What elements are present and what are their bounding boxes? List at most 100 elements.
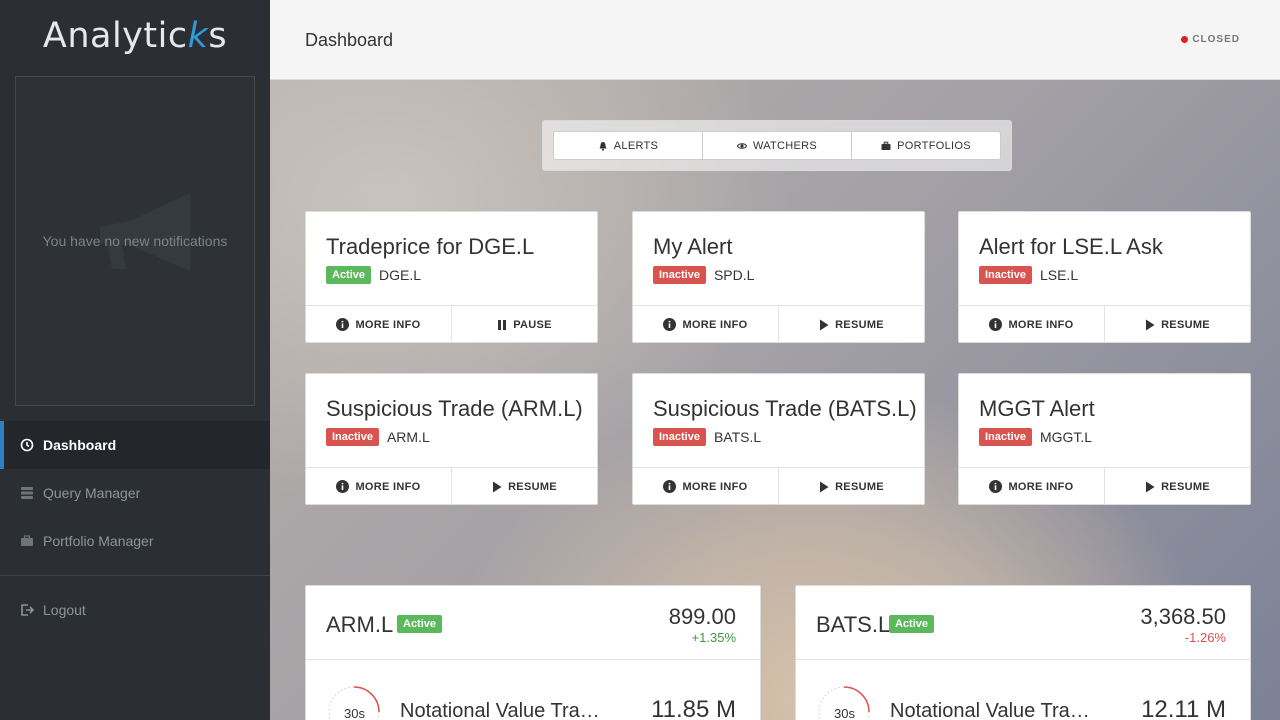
button-label: PAUSE	[513, 318, 552, 331]
tab-alerts[interactable]: ALERTS	[554, 132, 703, 159]
sidebar-item-portfolio-manager[interactable]: Portfolio Manager	[0, 517, 270, 565]
stock-price: 3,368.50	[1140, 604, 1226, 629]
button-label: RESUME	[835, 318, 884, 331]
alert-title: Suspicious Trade (ARM.L)	[326, 396, 583, 421]
alert-symbol: ARM.L	[386, 429, 430, 445]
alert-meta: Inactive LSE.L	[979, 266, 1078, 284]
more-info-button[interactable]: MORE INFO	[306, 306, 452, 343]
metric-label: Notational Value Tra…	[400, 700, 600, 720]
alert-title: Alert for LSE.L Ask	[979, 234, 1163, 259]
button-label: MORE INFO	[682, 318, 748, 331]
more-info-button[interactable]: MORE INFO	[633, 468, 779, 505]
pause-button[interactable]: PAUSE	[452, 306, 597, 343]
database-icon	[21, 487, 33, 499]
stock-card-header: ARM.L Active 899.00 +1.35%	[306, 586, 760, 660]
sidebar-item-dashboard[interactable]: Dashboard	[0, 421, 270, 469]
sidebar-item-query-manager[interactable]: Query Manager	[0, 469, 270, 517]
app-logo[interactable]: Analyticks	[0, 16, 270, 56]
info-icon	[663, 480, 677, 493]
stock-card: ARM.L Active 899.00 +1.35% 30s Notationa…	[305, 585, 761, 720]
alert-symbol: BATS.L	[713, 429, 762, 445]
status-badge: Inactive	[653, 266, 706, 284]
more-info-button[interactable]: MORE INFO	[306, 468, 452, 505]
sidebar-item-label: Portfolio Manager	[43, 533, 154, 549]
play-icon	[820, 481, 829, 492]
more-info-button[interactable]: MORE INFO	[959, 306, 1105, 343]
alert-title: Tradeprice for DGE.L	[326, 234, 535, 259]
resume-button[interactable]: RESUME	[452, 468, 597, 505]
stock-price: 899.00	[668, 604, 736, 629]
alert-card: Suspicious Trade (ARM.L) Inactive ARM.L …	[305, 373, 598, 505]
logo-suffix: s	[208, 16, 228, 56]
view-switcher: ALERTS WATCHERS PORTFOLIOS	[542, 120, 1012, 171]
alert-meta: Active DGE.L	[326, 266, 421, 284]
tab-group: ALERTS WATCHERS PORTFOLIOS	[553, 131, 1001, 160]
logo-text: Analytic	[42, 16, 188, 56]
alert-actions: MORE INFO RESUME	[306, 467, 597, 505]
page-title: Dashboard	[305, 30, 394, 50]
stock-change: +1.35%	[691, 630, 736, 645]
tab-label: ALERTS	[613, 139, 659, 152]
resume-button[interactable]: RESUME	[779, 468, 924, 505]
market-status: CLOSED	[1181, 34, 1240, 45]
alert-actions: MORE INFO RESUME	[959, 305, 1250, 343]
nav-divider	[0, 575, 270, 576]
timer-label: 30s	[834, 706, 855, 720]
sidebar-nav: Dashboard Query Manager Portfolio Manage…	[0, 421, 270, 576]
alert-symbol: DGE.L	[379, 267, 422, 283]
status-label: CLOSED	[1192, 34, 1240, 45]
alert-card: Tradeprice for DGE.L Active DGE.L MORE I…	[305, 211, 598, 343]
play-icon	[1146, 481, 1155, 492]
eye-icon	[736, 142, 747, 149]
alert-meta: Inactive SPD.L	[653, 266, 754, 284]
more-info-button[interactable]: MORE INFO	[959, 468, 1105, 505]
alert-card: Alert for LSE.L Ask Inactive LSE.L MORE …	[958, 211, 1251, 343]
sidebar-item-label: Query Manager	[43, 485, 141, 501]
tab-label: PORTFOLIOS	[897, 139, 971, 152]
stock-symbol: BATS.L	[816, 612, 891, 637]
button-label: RESUME	[835, 480, 884, 493]
alert-actions: MORE INFO PAUSE	[306, 305, 597, 343]
metric-value: 12.11 M	[1141, 696, 1226, 720]
info-icon	[336, 480, 350, 493]
logout-button[interactable]: Logout	[0, 586, 270, 634]
play-icon	[493, 481, 502, 492]
status-badge: Active	[326, 266, 372, 284]
button-label: RESUME	[508, 480, 557, 493]
status-badge: Inactive	[326, 428, 379, 446]
status-badge: Active	[397, 615, 443, 633]
info-icon	[989, 480, 1003, 493]
button-label: RESUME	[1161, 480, 1210, 493]
timer-label: 30s	[344, 706, 365, 720]
more-info-button[interactable]: MORE INFO	[633, 306, 779, 343]
megaphone-icon	[100, 193, 190, 271]
logout-section: Logout	[0, 586, 270, 634]
pause-icon	[498, 319, 507, 330]
tab-portfolios[interactable]: PORTFOLIOS	[852, 132, 1000, 159]
briefcase-icon	[21, 535, 33, 546]
alert-actions: MORE INFO RESUME	[633, 305, 924, 343]
alert-title: Suspicious Trade (BATS.L)	[653, 396, 917, 421]
status-badge: Inactive	[979, 266, 1032, 284]
resume-button[interactable]: RESUME	[1105, 468, 1250, 505]
alert-symbol: SPD.L	[713, 267, 755, 283]
button-label: MORE INFO	[682, 480, 748, 493]
alert-meta: Inactive BATS.L	[653, 428, 761, 446]
alert-card: My Alert Inactive SPD.L MORE INFO RESUME	[632, 211, 925, 343]
resume-button[interactable]: RESUME	[779, 306, 924, 343]
metric-label: Notational Value Tra…	[890, 700, 1090, 720]
metric-value: 11.85 M	[651, 696, 736, 720]
status-badge: Inactive	[979, 428, 1032, 446]
notifications-empty-text: You have no new notifications	[42, 233, 228, 249]
sidebar: Analyticks You have no new notifications…	[0, 0, 270, 720]
tab-watchers[interactable]: WATCHERS	[703, 132, 852, 159]
top-header: Dashboard CLOSED	[270, 0, 1280, 80]
logo-accent: k	[187, 16, 209, 56]
button-label: MORE INFO	[1008, 318, 1074, 331]
alert-symbol: LSE.L	[1039, 267, 1079, 283]
sidebar-item-label: Dashboard	[43, 437, 117, 453]
resume-button[interactable]: RESUME	[1105, 306, 1250, 343]
play-icon	[820, 319, 829, 330]
alert-card: MGGT Alert Inactive MGGT.L MORE INFO RES…	[958, 373, 1251, 505]
info-icon	[989, 318, 1003, 331]
